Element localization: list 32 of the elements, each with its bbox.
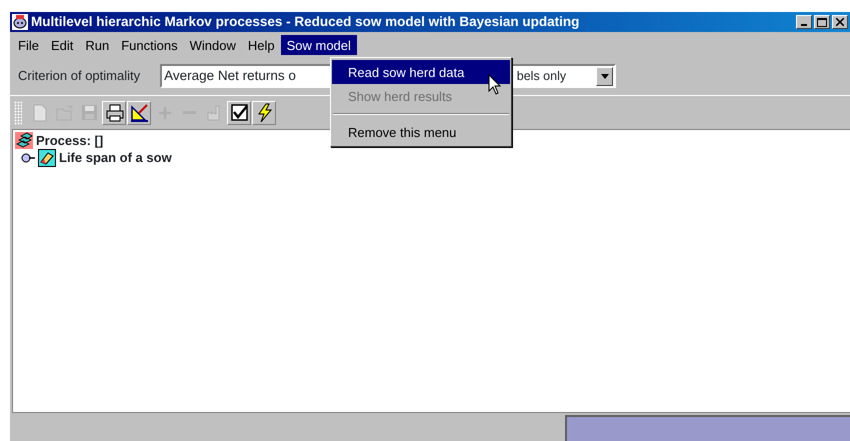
checkbox-icon [230, 103, 248, 122]
minimize-button[interactable] [796, 15, 812, 29]
maximize-icon [817, 18, 827, 26]
tree-node[interactable]: Process: [] [36, 130, 104, 150]
close-button[interactable] [832, 15, 848, 29]
eraser-icon [38, 148, 56, 166]
toolbar-grip[interactable] [14, 100, 22, 124]
menu-item[interactable]: File [12, 35, 45, 55]
menu-item[interactable]: Read sow herd data [332, 60, 510, 84]
maximize-button[interactable] [814, 15, 830, 29]
menu-item[interactable]: Window [184, 35, 242, 55]
setsquare-button[interactable] [127, 100, 151, 124]
menu-item[interactable]: Remove this menu [332, 120, 510, 144]
menu-item[interactable]: Functions [115, 35, 184, 55]
lightning-button[interactable] [252, 100, 276, 124]
tree-node[interactable]: Life span of a sow [59, 148, 172, 168]
mouse-cursor [488, 74, 502, 96]
stacked-pages-icon [15, 132, 33, 149]
caret-icon [600, 74, 609, 78]
menu-item[interactable]: Run [79, 35, 116, 55]
save-icon [80, 103, 98, 122]
check-button[interactable] [227, 100, 251, 124]
app-icon [12, 14, 28, 30]
menu-item[interactable]: Help [242, 35, 281, 55]
close-icon [836, 18, 844, 26]
menu-item[interactable]: Edit [44, 35, 80, 55]
printer-icon [104, 103, 124, 122]
criterion-label: Criterion of optimality [18, 67, 140, 86]
expand-handle-icon[interactable] [21, 152, 35, 164]
menu-item[interactable]: Sow model [280, 35, 357, 55]
window-title: Multilevel hierarchic Markov processes - Reduced sow model with Bayesian updating [31, 12, 580, 31]
print-button[interactable] [102, 100, 126, 124]
